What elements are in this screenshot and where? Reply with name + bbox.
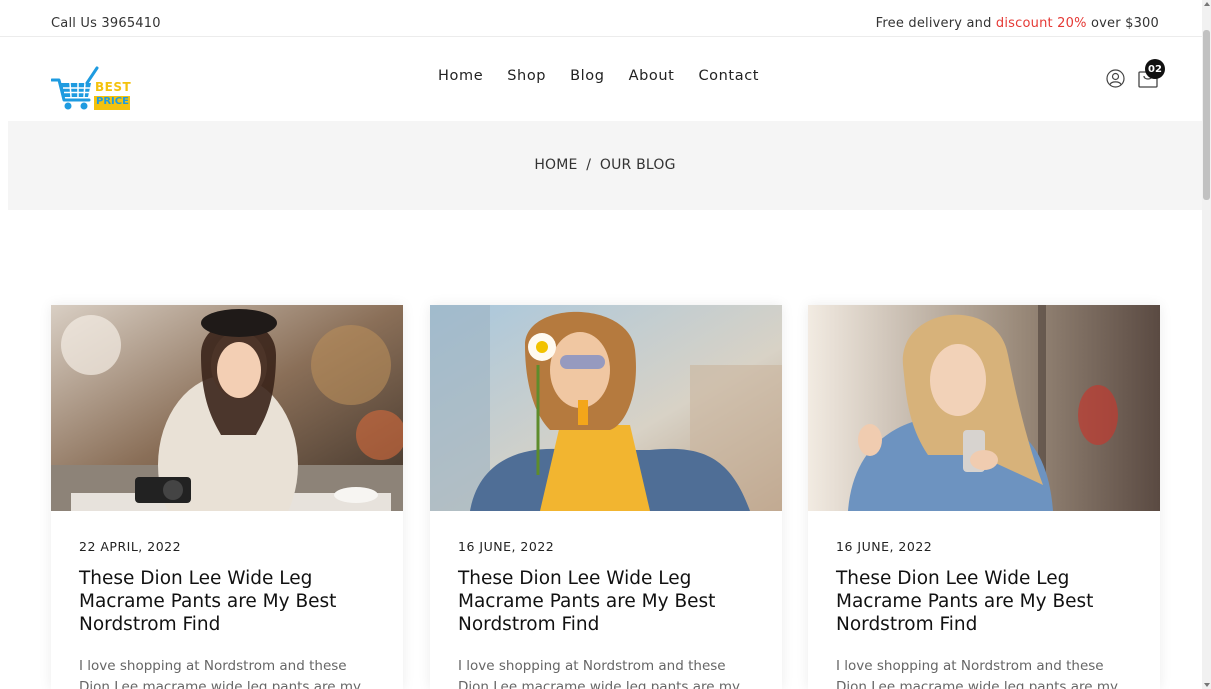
- top-bar: Call Us 3965410 Free delivery and discou…: [0, 0, 1202, 37]
- site-header: BEST PRICE Home Shop Blog About Contact …: [0, 38, 1202, 121]
- nav-about[interactable]: About: [629, 68, 675, 84]
- promo-text: Free delivery and discount 20% over $300: [876, 16, 1159, 31]
- promo-discount: discount 20%: [995, 16, 1087, 31]
- blog-post-image[interactable]: [808, 305, 1160, 511]
- scroll-down-arrow-icon[interactable]: [1204, 683, 1210, 687]
- nav-blog[interactable]: Blog: [570, 68, 604, 84]
- post-date: 16 JUNE, 2022: [836, 539, 933, 554]
- post-excerpt: I love shopping at Nordstrom and these D…: [79, 658, 362, 689]
- blog-post-image[interactable]: [430, 305, 782, 511]
- cart-count-badge: 02: [1145, 59, 1165, 79]
- post-title[interactable]: These Dion Lee Wide Leg Macrame Pants ar…: [458, 567, 758, 636]
- promo-text-end: over $300: [1086, 16, 1159, 31]
- breadcrumb-home[interactable]: HOME: [534, 157, 577, 173]
- page-scrollbar[interactable]: [1202, 0, 1211, 689]
- page-banner: HOME / OUR BLOG: [8, 121, 1202, 210]
- blog-card: 16 JUNE, 2022 These Dion Lee Wide Leg Ma…: [430, 305, 782, 689]
- breadcrumb: HOME / OUR BLOG: [8, 157, 1202, 173]
- breadcrumb-current: OUR BLOG: [599, 157, 676, 173]
- post-excerpt: I love shopping at Nordstrom and these D…: [458, 658, 741, 689]
- scrollbar-thumb[interactable]: [1203, 30, 1210, 200]
- nav-contact[interactable]: Contact: [698, 68, 759, 84]
- logo-text-best: BEST: [95, 80, 132, 94]
- site-logo[interactable]: BEST PRICE: [50, 66, 133, 114]
- nav-shop[interactable]: Shop: [507, 68, 546, 84]
- logo-text-price: PRICE: [96, 96, 129, 107]
- blog-post-image[interactable]: [51, 305, 403, 511]
- post-date: 22 APRIL, 2022: [79, 539, 182, 554]
- nav-home[interactable]: Home: [438, 68, 483, 84]
- post-date: 16 JUNE, 2022: [458, 539, 555, 554]
- phone-number: Call Us 3965410: [51, 16, 161, 31]
- breadcrumb-separator: /: [586, 157, 592, 173]
- main-nav: Home Shop Blog About Contact: [438, 68, 759, 84]
- promo-text-start: Free delivery and: [875, 16, 996, 31]
- blog-card: 16 JUNE, 2022 These Dion Lee Wide Leg Ma…: [808, 305, 1160, 689]
- scroll-up-arrow-icon[interactable]: [1204, 2, 1210, 6]
- post-title[interactable]: These Dion Lee Wide Leg Macrame Pants ar…: [79, 567, 379, 636]
- blog-card: 22 APRIL, 2022 These Dion Lee Wide Leg M…: [51, 305, 403, 689]
- post-excerpt: I love shopping at Nordstrom and these D…: [836, 658, 1119, 689]
- post-title[interactable]: These Dion Lee Wide Leg Macrame Pants ar…: [836, 567, 1136, 636]
- user-icon[interactable]: [1106, 69, 1125, 88]
